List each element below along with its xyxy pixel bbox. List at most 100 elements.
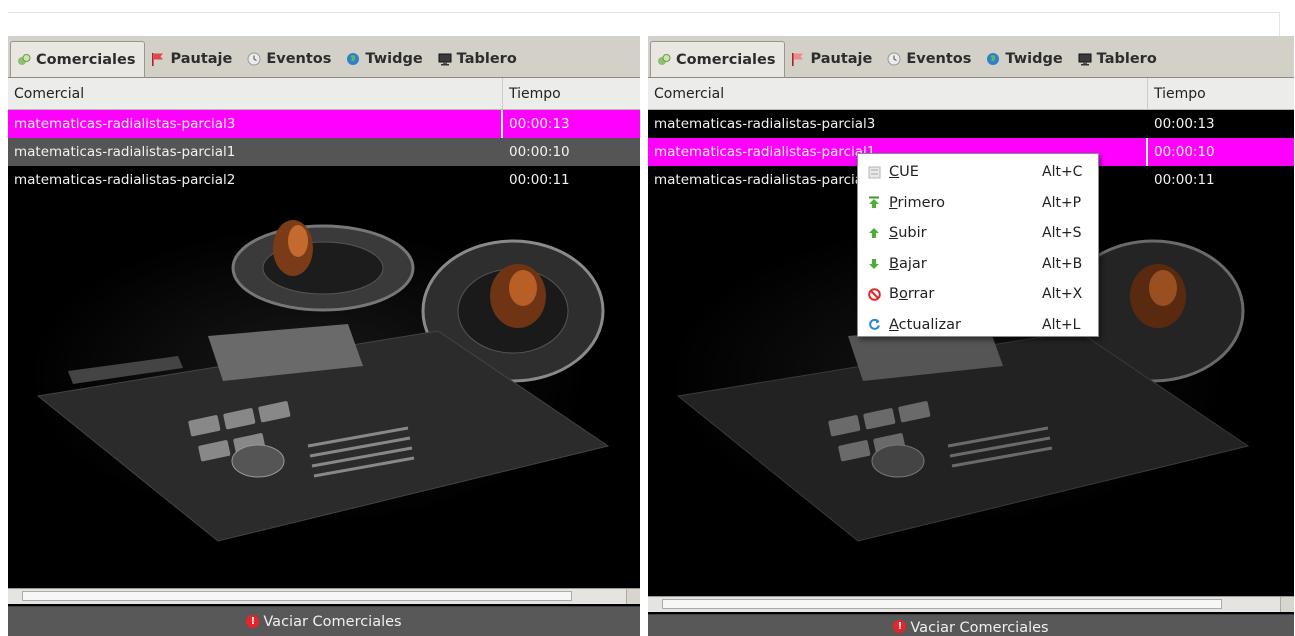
tab-comerciales[interactable]: Comerciales: [10, 41, 146, 77]
left-panel: Comerciales Pautaje Eventos Twidge Table…: [8, 36, 640, 636]
mnemonic: S: [889, 225, 899, 242]
menu-item-borrar[interactable]: Borrar Alt+X: [858, 279, 1098, 310]
row-time: 00:00:11: [1148, 166, 1294, 194]
mnemonic: P: [889, 194, 898, 211]
row-time: 00:00:10: [503, 138, 640, 166]
table-row[interactable]: matematicas-radialistas-parcial2 00:00:1…: [8, 166, 640, 194]
label-rest: rrar: [907, 286, 935, 303]
flag-icon: [151, 52, 165, 66]
scrollbar-end-button[interactable]: [1280, 597, 1294, 612]
tab-twidge[interactable]: Twidge: [340, 41, 431, 77]
tab-twidge[interactable]: Twidge: [980, 41, 1071, 77]
delete-icon: [867, 287, 881, 301]
row-name: matematicas-radialistas-parcial2: [8, 166, 503, 194]
column-header-tiempo[interactable]: Tiempo: [503, 78, 640, 109]
clock-icon: [887, 52, 901, 66]
tab-tablero[interactable]: Tablero: [432, 41, 526, 77]
arrow-up-icon: [867, 226, 881, 240]
tab-label: Comerciales: [36, 51, 136, 68]
tab-label: Pautaje: [170, 51, 233, 67]
label-rest: ubir: [898, 225, 927, 242]
cue-icon: [867, 165, 881, 179]
monitor-icon: [438, 52, 452, 66]
tab-tablero[interactable]: Tablero: [1072, 41, 1166, 77]
menu-item-label: Borrar: [889, 286, 1042, 302]
mnemonic: o: [898, 286, 908, 303]
column-header-comercial[interactable]: Comercial: [648, 78, 1148, 109]
tab-bar: Comerciales Pautaje Eventos Twidge Table…: [648, 36, 1294, 78]
vaciar-comerciales-button[interactable]: ! Vaciar Comerciales: [648, 614, 1294, 636]
label-rest: ctualizar: [898, 316, 961, 333]
footer-button-label: Vaciar Comerciales: [263, 613, 402, 630]
mnemonic: C: [889, 164, 900, 181]
menu-item-label: Actualizar: [889, 317, 1042, 333]
footer-button-label: Vaciar Comerciales: [910, 620, 1049, 636]
tab-label: Twidge: [365, 51, 423, 67]
menu-item-shortcut: Alt+P: [1042, 194, 1082, 211]
row-name: matematicas-radialistas-parcial1: [8, 138, 503, 166]
commercials-icon: [17, 53, 31, 67]
menu-item-label: CUE: [889, 164, 1042, 180]
tab-label: Eventos: [266, 51, 332, 67]
tab-pautaje[interactable]: Pautaje: [145, 41, 241, 77]
tab-label: Comerciales: [676, 51, 776, 68]
column-header-tiempo[interactable]: Tiempo: [1148, 78, 1294, 109]
table-row[interactable]: matematicas-radialistas-parcial1 00:00:1…: [8, 138, 640, 166]
tab-pautaje[interactable]: Pautaje: [785, 41, 881, 77]
mnemonic: B: [889, 255, 899, 272]
mnemonic: A: [889, 316, 899, 333]
menu-item-subir[interactable]: Subir Alt+S: [858, 218, 1098, 249]
menu-item-primero[interactable]: Primero Alt+P: [858, 188, 1098, 219]
globe-icon: [986, 52, 1000, 66]
frame-right-line: [1279, 12, 1280, 36]
table-header: Comercial Tiempo: [8, 78, 640, 110]
scrollbar-thumb[interactable]: [662, 599, 1222, 609]
refresh-icon: [867, 318, 881, 332]
warning-icon: !: [246, 615, 260, 628]
row-name: matematicas-radialistas-parcial3: [8, 110, 503, 138]
frame-top-line: [8, 12, 1280, 13]
row-time: 00:00:11: [503, 166, 640, 194]
menu-item-label: Primero: [889, 195, 1042, 211]
label-rest: rimero: [897, 194, 946, 211]
scrollbar-thumb[interactable]: [22, 591, 572, 601]
menu-item-actualizar[interactable]: Actualizar Alt+L: [858, 310, 1098, 341]
tab-label: Pautaje: [810, 51, 873, 67]
column-header-comercial[interactable]: Comercial: [8, 78, 503, 109]
clock-icon: [247, 52, 261, 66]
reel-to-reel-background-image: [8, 196, 640, 588]
menu-item-bajar[interactable]: Bajar Alt+B: [858, 249, 1098, 280]
tab-eventos[interactable]: Eventos: [881, 41, 980, 77]
menu-item-shortcut: Alt+X: [1042, 286, 1083, 303]
tab-label: Twidge: [1005, 51, 1063, 67]
monitor-icon: [1078, 52, 1092, 66]
scrollbar-end-button[interactable]: [626, 589, 640, 604]
table-row[interactable]: matematicas-radialistas-parcial3 00:00:1…: [8, 110, 640, 138]
row-name: matematicas-radialistas-parcial3: [648, 110, 1148, 138]
horizontal-scrollbar[interactable]: [648, 596, 1294, 612]
commercials-icon: [657, 53, 671, 67]
label-rest: UE: [899, 164, 919, 181]
menu-item-label: Bajar: [889, 256, 1042, 272]
vaciar-comerciales-button[interactable]: ! Vaciar Comerciales: [8, 606, 640, 636]
tab-comerciales[interactable]: Comerciales: [650, 41, 786, 77]
horizontal-scrollbar[interactable]: [8, 588, 640, 604]
menu-item-shortcut: Alt+C: [1042, 164, 1083, 181]
tab-eventos[interactable]: Eventos: [241, 41, 340, 77]
right-panel: Comerciales Pautaje Eventos Twidge Table…: [648, 36, 1294, 636]
row-time: 00:00:13: [1148, 110, 1294, 138]
menu-item-shortcut: Alt+L: [1042, 316, 1081, 333]
tab-label: Eventos: [906, 51, 972, 67]
row-time: 00:00:13: [503, 110, 640, 138]
menu-item-shortcut: Alt+S: [1042, 225, 1082, 242]
context-menu: CUE Alt+C Primero Alt+P Subir Alt+S Baja…: [857, 153, 1099, 337]
menu-item-cue[interactable]: CUE Alt+C: [858, 157, 1098, 188]
menu-item-label: Subir: [889, 225, 1042, 241]
label-start: B: [889, 286, 899, 303]
label-rest: ajar: [898, 255, 927, 272]
tab-label: Tablero: [1096, 51, 1157, 67]
table-row[interactable]: matematicas-radialistas-parcial3 00:00:1…: [648, 110, 1294, 138]
globe-icon: [346, 52, 360, 66]
arrow-down-icon: [867, 257, 881, 271]
flag-icon: [791, 52, 805, 66]
